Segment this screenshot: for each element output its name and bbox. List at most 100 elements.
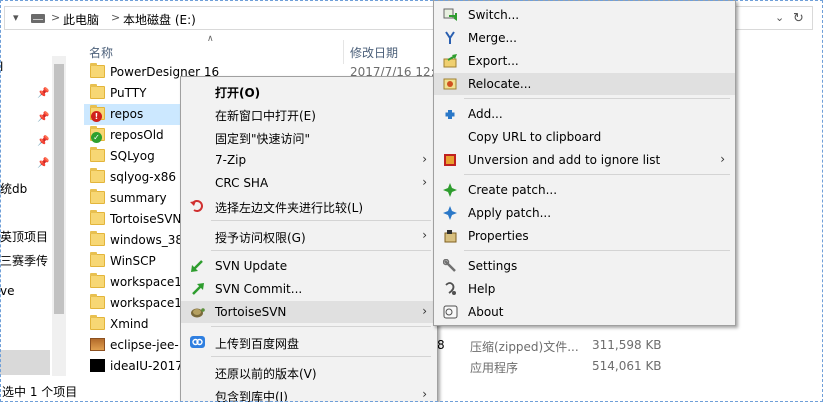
right-window-edge <box>815 6 823 396</box>
address-dropdown-icon[interactable]: ⌄ <box>775 11 784 24</box>
nav-item[interactable]: ve <box>0 284 14 298</box>
nav-item[interactable]: 三赛季传 <box>0 252 48 269</box>
menu-item-properties[interactable]: Properties <box>434 225 735 247</box>
folder-icon <box>90 294 105 309</box>
file-size: 311,598 KB <box>592 338 662 352</box>
svn-conflict-icon: ! <box>91 111 102 122</box>
menu-item-label: SVN Update <box>215 259 288 273</box>
file-name: eclipse-jee- <box>110 338 179 352</box>
nav-item[interactable]: 统db <box>0 180 27 197</box>
submenu-arrow-icon: › <box>422 228 427 242</box>
baidu-cloud-icon <box>190 336 205 348</box>
submenu-arrow-icon: › <box>720 152 725 166</box>
file-name: Xmind <box>110 317 149 331</box>
menu-item-svn-commit[interactable]: SVN Commit... <box>181 278 437 300</box>
menu-item-grant-access[interactable]: 授予访问权限(G) › <box>181 225 437 247</box>
menu-item-copy-url[interactable]: Copy URL to clipboard <box>434 126 735 148</box>
nav-scrollbar[interactable] <box>52 56 66 376</box>
menu-item-merge[interactable]: Merge... <box>434 27 735 49</box>
context-menu: 打开(O) 在新窗口中打开(E) 固定到"快速访问" 7-Zip › CRC S… <box>180 76 438 402</box>
tortoise-icon <box>191 308 205 318</box>
menu-item-svn-update[interactable]: SVN Update <box>181 255 437 277</box>
folder-icon <box>90 84 105 99</box>
column-header-modified[interactable]: 修改日期 <box>350 44 398 61</box>
folder-icon <box>90 147 105 162</box>
zip-archive-icon <box>90 338 105 351</box>
menu-item-label: About <box>468 305 504 319</box>
ignore-icon <box>444 154 456 166</box>
menu-item-restore-previous[interactable]: 还原以前的版本(V) <box>181 361 437 383</box>
folder-icon <box>90 315 105 330</box>
menu-item-label: 选择左边文件夹进行比较(L) <box>215 201 364 215</box>
menu-item-relocate[interactable]: Relocate... <box>434 73 735 95</box>
menu-separator <box>211 356 431 357</box>
menu-item-label: 包含到库中(I) <box>215 390 288 402</box>
menu-item-help[interactable]: Help <box>434 278 735 300</box>
menu-item-include-library[interactable]: 包含到库中(I) › <box>181 384 437 402</box>
menu-item-label: 授予访问权限(G) <box>215 231 306 245</box>
menu-item-label: Merge... <box>468 31 517 45</box>
nav-selected-item[interactable] <box>0 350 50 375</box>
file-name: summary <box>110 191 167 205</box>
menu-item-7zip[interactable]: 7-Zip › <box>181 149 437 171</box>
svn-ok-icon: ✓ <box>91 132 102 143</box>
dropdown-chevron-icon[interactable]: ▾ <box>13 11 19 24</box>
export-icon <box>443 54 457 68</box>
intellij-app-icon <box>90 359 105 372</box>
folder-icon <box>90 189 105 204</box>
pin-icon: 📌 <box>37 88 50 99</box>
svn-update-icon <box>191 260 203 272</box>
menu-item-compare-left[interactable]: 选择左边文件夹进行比较(L) <box>181 195 437 217</box>
menu-item-create-patch[interactable]: Create patch... <box>434 179 735 201</box>
menu-item-about[interactable]: About <box>434 301 735 323</box>
menu-item-unversion-ignore[interactable]: Unversion and add to ignore list › <box>434 149 735 171</box>
menu-separator <box>464 174 730 175</box>
file-name: workspace1 <box>110 296 182 310</box>
settings-icon <box>443 259 456 272</box>
menu-separator <box>211 250 431 251</box>
menu-item-crc-sha[interactable]: CRC SHA › <box>181 172 437 194</box>
menu-item-open-new-window[interactable]: 在新窗口中打开(E) <box>181 103 437 125</box>
menu-item-apply-patch[interactable]: Apply patch... <box>434 202 735 224</box>
menu-item-settings[interactable]: Settings <box>434 255 735 277</box>
merge-icon <box>445 31 455 44</box>
menu-item-open[interactable]: 打开(O) <box>181 80 437 102</box>
menu-item-upload-baidu[interactable]: 上传到百度网盘 <box>181 331 437 353</box>
add-icon <box>445 110 455 119</box>
file-name: ideaIU-2017 <box>110 359 183 373</box>
menu-item-tortoisesvn[interactable]: TortoiseSVN › <box>181 301 437 323</box>
file-name: workspace1 <box>110 275 182 289</box>
nav-item-fragment[interactable]: l <box>0 60 3 74</box>
folder-icon <box>90 252 105 267</box>
menu-item-export[interactable]: Export... <box>434 50 735 72</box>
menu-item-switch[interactable]: Switch... <box>434 4 735 26</box>
scrollbar-thumb[interactable] <box>54 64 64 314</box>
navigation-pane: l 📌 📌 📌 📌 统db 英顶项目 三赛季传 ve <box>0 40 50 380</box>
column-divider[interactable] <box>343 40 344 64</box>
pin-icon: 📌 <box>37 112 50 123</box>
menu-item-label: Unversion and add to ignore list <box>468 153 661 167</box>
menu-separator <box>464 250 730 251</box>
nav-item[interactable]: 英顶项目 <box>0 228 48 245</box>
menu-item-label: Apply patch... <box>468 206 552 220</box>
file-name: TortoiseSVN <box>110 212 182 226</box>
refresh-icon[interactable]: ↻ <box>793 11 804 26</box>
file-type: 压缩(zipped)文件... <box>470 340 579 354</box>
compare-icon <box>190 200 203 212</box>
menu-item-label: Settings <box>468 259 518 273</box>
column-header-name[interactable]: 名称 <box>89 44 113 61</box>
relocate-icon <box>443 78 457 90</box>
folder-icon <box>90 273 105 288</box>
file-type: 应用程序 <box>470 361 519 375</box>
submenu-arrow-icon: › <box>422 304 427 318</box>
menu-item-add[interactable]: Add... <box>434 103 735 125</box>
menu-item-pin-quick-access[interactable]: 固定到"快速访问" <box>181 126 437 148</box>
breadcrumb-this-pc[interactable]: 此电脑 <box>63 11 99 28</box>
list-item-selected[interactable]: ! repos <box>84 104 184 125</box>
file-name: WinSCP <box>110 254 156 268</box>
breadcrumb-drive-e[interactable]: 本地磁盘 (E:) <box>123 11 196 28</box>
menu-separator <box>211 220 431 221</box>
menu-item-label: 在新窗口中打开(E) <box>215 109 316 123</box>
submenu-arrow-icon: › <box>422 387 427 401</box>
folder-icon <box>90 168 105 183</box>
